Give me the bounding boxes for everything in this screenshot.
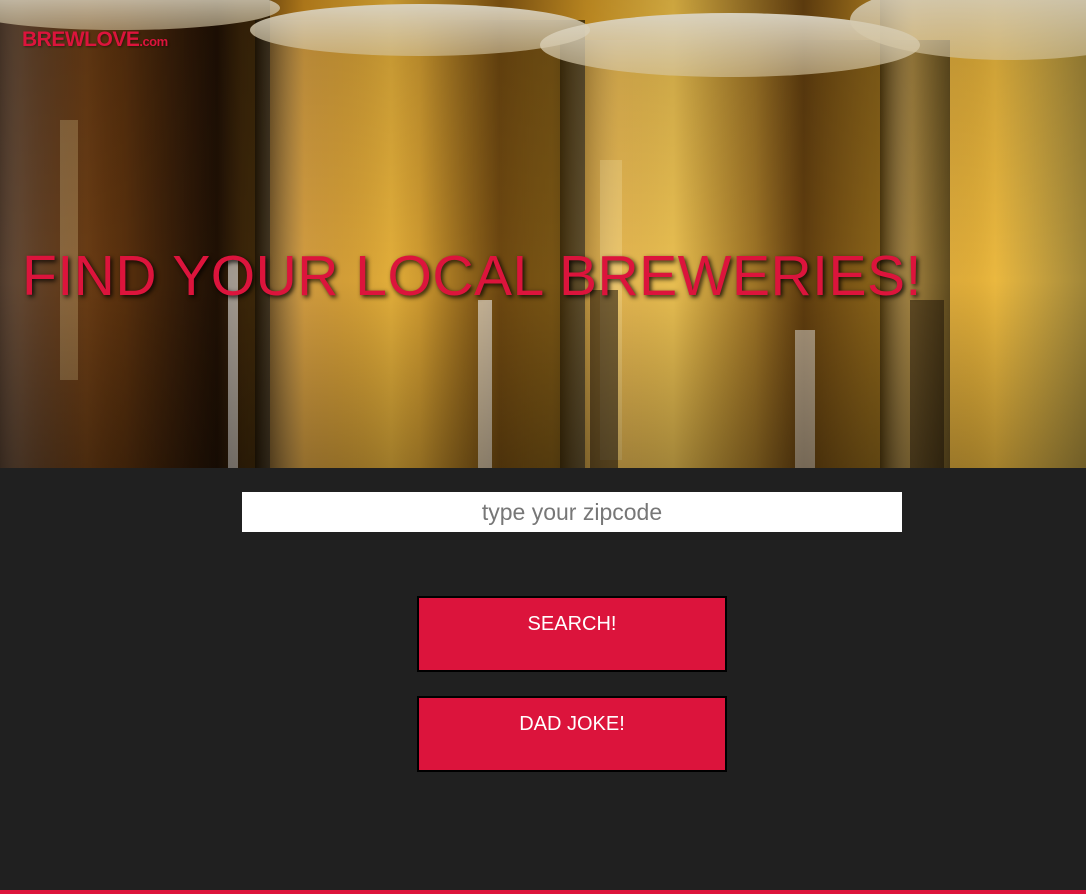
beer-glasses-image: [0, 0, 1086, 468]
brand-suffix: .com: [139, 34, 168, 49]
hero-banner: BREWLOVE.com FIND YOUR LOCAL BREWERIES!: [0, 0, 1086, 468]
page-headline: FIND YOUR LOCAL BREWERIES!: [22, 244, 922, 308]
footer-divider: [0, 890, 1086, 894]
brand-name: BREWLOVE: [22, 28, 140, 51]
brand-logo[interactable]: BREWLOVE.com: [22, 28, 168, 52]
zipcode-input[interactable]: [242, 492, 902, 532]
search-button[interactable]: SEARCH!: [417, 596, 727, 672]
dad-joke-button[interactable]: DAD JOKE!: [417, 696, 727, 772]
